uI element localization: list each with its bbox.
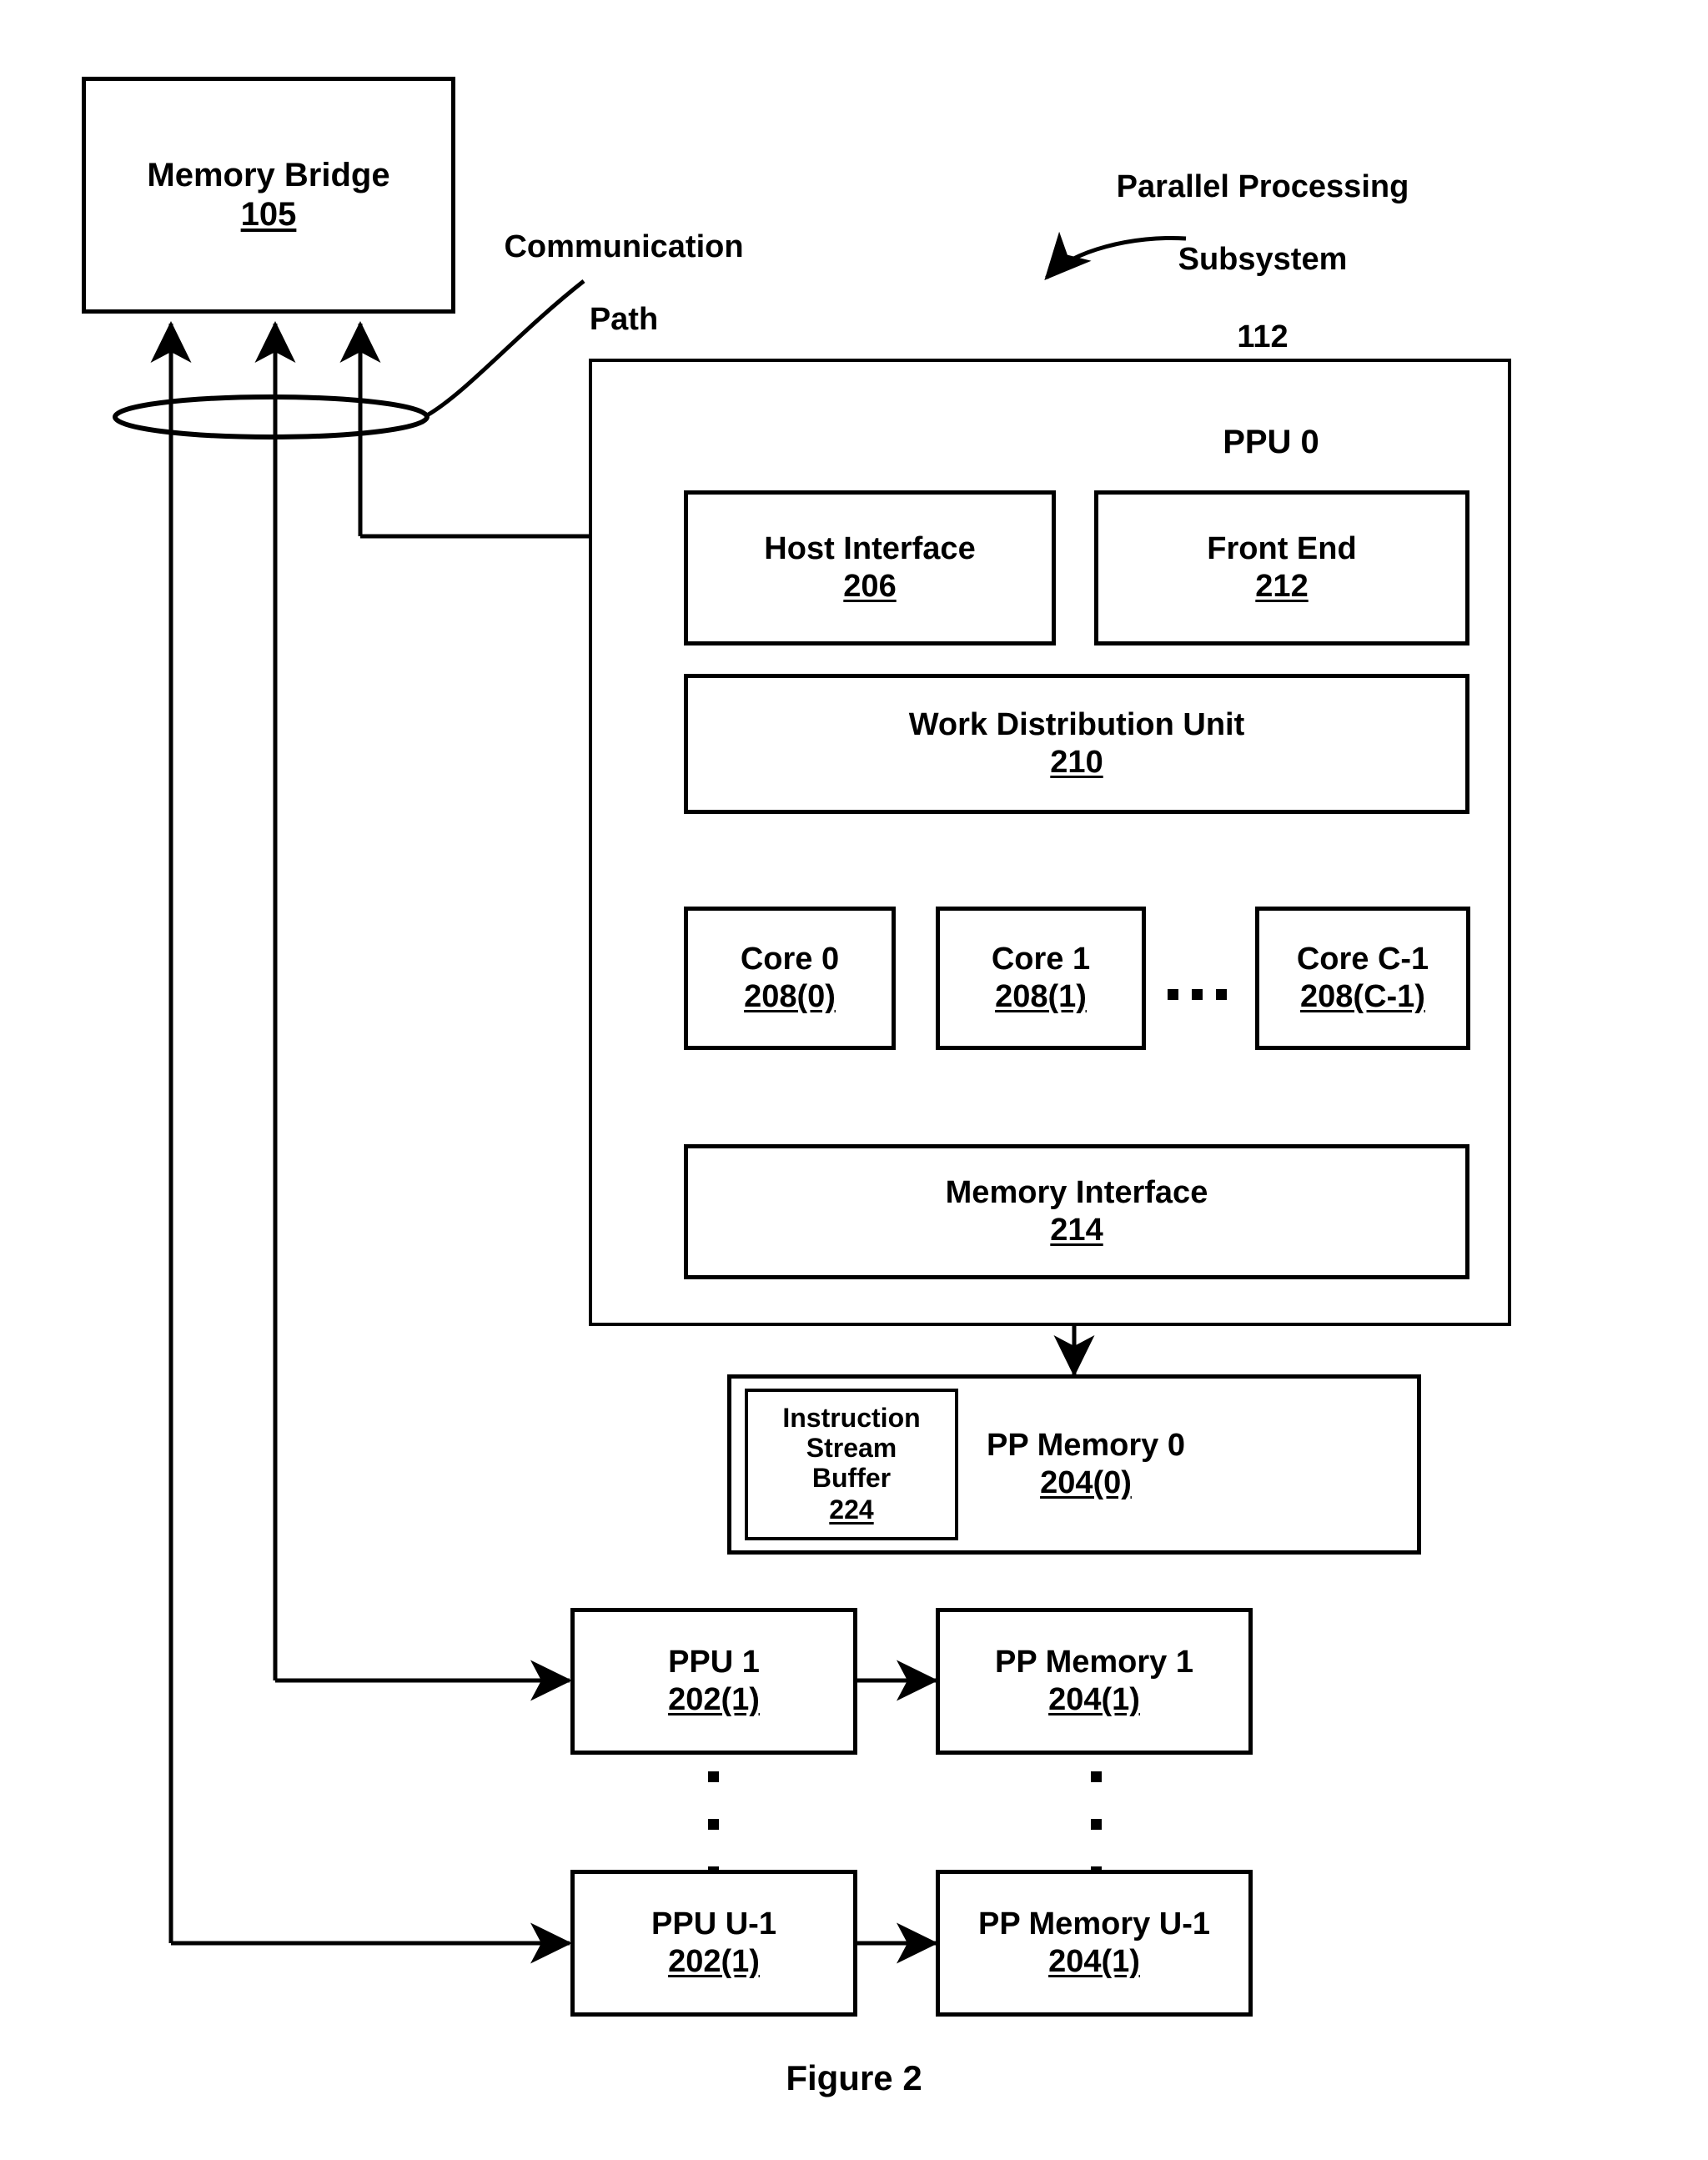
memory-bridge-number: 105 (240, 196, 297, 233)
memory-bridge-box[interactable]: Memory Bridge 105 (82, 77, 455, 314)
core-0-title: Core 0 (740, 942, 840, 977)
communication-path-line2: Path (589, 301, 659, 337)
work-distribution-unit-title: Work Distribution Unit (908, 707, 1245, 743)
core-c-minus-1-box[interactable]: Core C-1 208(C-1) (1255, 907, 1470, 1050)
memory-interface-number: 214 (1050, 1213, 1103, 1248)
instruction-stream-buffer-box[interactable]: Instruction Stream Buffer 224 (745, 1389, 958, 1540)
work-distribution-unit-box[interactable]: Work Distribution Unit 210 (684, 674, 1469, 814)
host-interface-number: 206 (843, 569, 897, 604)
cores-ellipsis (1168, 989, 1227, 1000)
front-end-title: Front End (1207, 531, 1357, 567)
memory-interface-title: Memory Interface (945, 1175, 1208, 1211)
parallel-processing-subsystem-label: Parallel Processing Subsystem 112 (1037, 133, 1488, 391)
ppu-0-title: PPU 0 (1223, 423, 1319, 460)
memory-interface-box[interactable]: Memory Interface 214 (684, 1144, 1469, 1279)
pp-memory-1-title: PP Memory 1 (995, 1645, 1193, 1680)
communication-path-line1: Communication (504, 229, 744, 265)
core-1-box[interactable]: Core 1 208(1) (936, 907, 1146, 1050)
instruction-stream-buffer-title: Instruction Stream Buffer (782, 1403, 921, 1493)
core-1-number: 208(1) (995, 979, 1087, 1014)
pp-memory-u-minus-1-box[interactable]: PP Memory U-1 204(1) (936, 1870, 1253, 2017)
pp-memory-0-labels: PP Memory 0 204(0) (987, 1428, 1185, 1500)
ppu-u-minus-1-box[interactable]: PPU U-1 202(1) (570, 1870, 857, 2017)
memory-bridge-title: Memory Bridge (147, 157, 390, 194)
front-end-box[interactable]: Front End 212 (1094, 490, 1469, 645)
ppu-1-number: 202(1) (668, 1682, 760, 1717)
ppu-u-minus-1-title: PPU U-1 (651, 1906, 776, 1942)
front-end-number: 212 (1255, 569, 1309, 604)
core-0-box[interactable]: Core 0 208(0) (684, 907, 896, 1050)
figure-sheet: Memory Bridge 105 Communication Path 113… (0, 0, 1708, 2160)
pp-memory-1-number: 204(1) (1048, 1682, 1140, 1717)
ppu-column-ellipsis (708, 1771, 719, 1877)
core-c-minus-1-title: Core C-1 (1296, 942, 1429, 977)
core-c-minus-1-number: 208(C-1) (1300, 979, 1425, 1014)
pps-number: 112 (1237, 319, 1289, 354)
instruction-stream-buffer-number: 224 (829, 1494, 874, 1525)
pp-memory-0-title: PP Memory 0 (987, 1428, 1185, 1464)
work-distribution-unit-number: 210 (1050, 745, 1103, 780)
ppu-u-minus-1-number: 202(1) (668, 1944, 760, 1979)
host-interface-box[interactable]: Host Interface 206 (684, 490, 1056, 645)
ppu-1-title: PPU 1 (668, 1645, 760, 1680)
figure-caption: Figure 2 (786, 2058, 922, 2097)
pp-memory-0-number: 204(0) (1040, 1465, 1132, 1500)
pp-memory-u-minus-1-title: PP Memory U-1 (977, 1906, 1211, 1942)
pp-memory-1-box[interactable]: PP Memory 1 204(1) (936, 1608, 1253, 1755)
pp-memory-0-box[interactable]: Instruction Stream Buffer 224 PP Memory … (727, 1374, 1421, 1555)
pp-memory-u-minus-1-number: 204(1) (1048, 1944, 1140, 1979)
host-interface-title: Host Interface (764, 531, 976, 567)
pps-line1: Parallel Processing (1116, 169, 1409, 205)
pps-line2: Subsystem (1178, 241, 1348, 277)
core-1-title: Core 1 (991, 942, 1091, 977)
ppu-1-box[interactable]: PPU 1 202(1) (570, 1608, 857, 1755)
pp-memory-column-ellipsis (1091, 1771, 1102, 1877)
core-0-number: 208(0) (744, 979, 836, 1014)
